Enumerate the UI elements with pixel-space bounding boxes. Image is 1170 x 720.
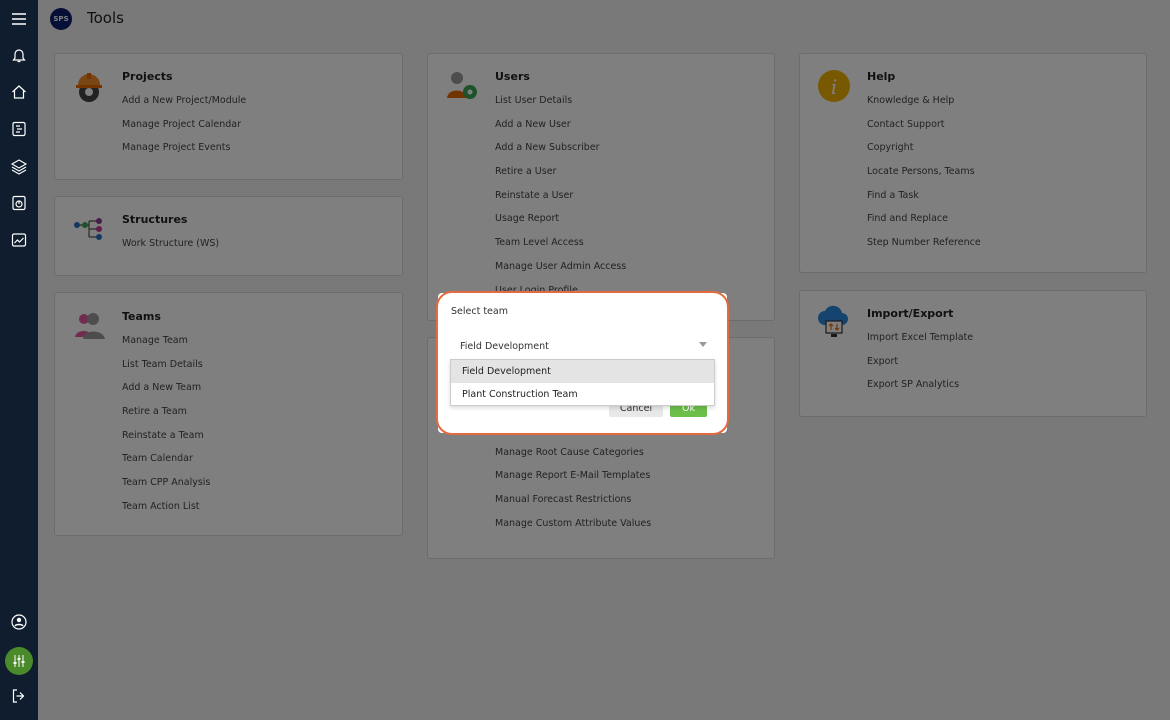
team-select[interactable]: Field Development — [451, 337, 715, 355]
dropdown-option[interactable]: Plant Construction Team — [451, 383, 714, 406]
caret-down-icon — [699, 342, 707, 347]
sidebar — [0, 0, 38, 720]
tasks-icon[interactable] — [8, 118, 30, 140]
menu-icon[interactable] — [8, 8, 30, 30]
report-icon[interactable] — [8, 192, 30, 214]
dropdown-option[interactable]: Field Development — [451, 360, 714, 383]
team-select-value: Field Development — [460, 341, 549, 352]
tools-icon[interactable] — [5, 647, 33, 675]
dialog-title: Select team — [451, 306, 508, 317]
team-dropdown-list: Field Development Plant Construction Tea… — [450, 359, 715, 406]
logout-icon[interactable] — [8, 685, 30, 707]
analytics-icon[interactable] — [8, 229, 30, 251]
layers-icon[interactable] — [8, 155, 30, 177]
bell-icon[interactable] — [8, 44, 30, 66]
home-icon[interactable] — [8, 81, 30, 103]
user-icon[interactable] — [8, 611, 30, 633]
